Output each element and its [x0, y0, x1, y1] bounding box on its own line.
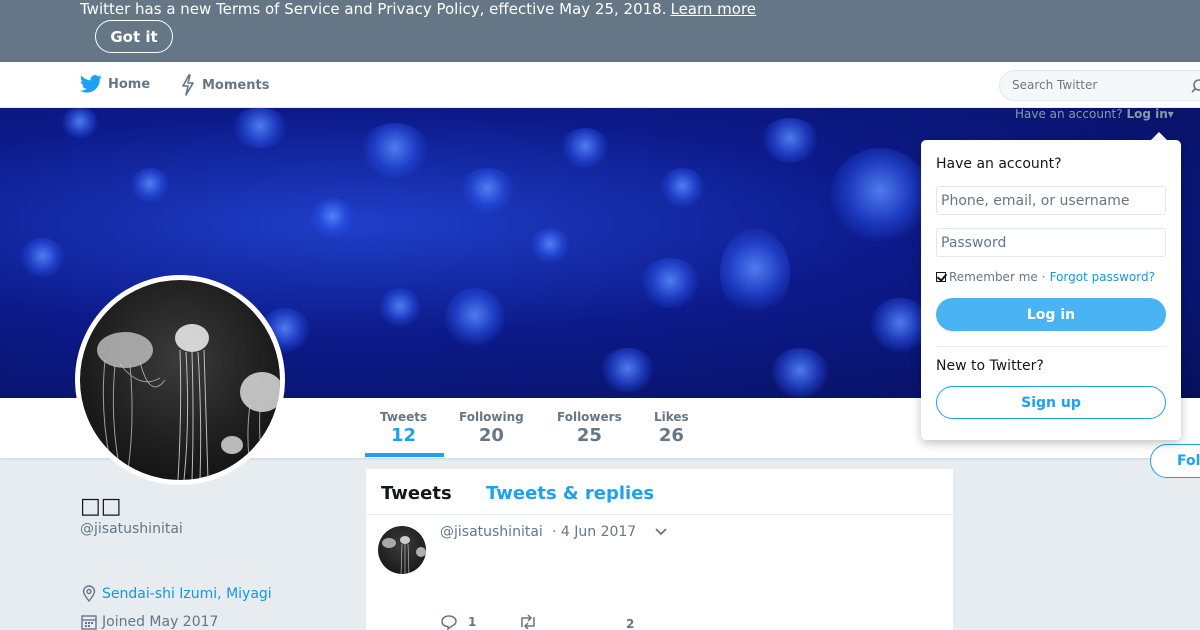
tab-tweets[interactable]: Tweets	[381, 483, 452, 504]
tweet-avatar[interactable]	[378, 526, 426, 574]
login-dropdown-link[interactable]: Log in	[1126, 107, 1167, 121]
stat-following[interactable]: Following 20	[459, 410, 524, 446]
nav-moments[interactable]: Moments	[180, 74, 269, 96]
profile-joined-date: Joined May 2017	[80, 613, 218, 630]
follow-button[interactable]: Fol	[1150, 444, 1200, 478]
profile-display-name: □□	[80, 494, 122, 519]
reply-icon	[441, 615, 457, 630]
tweet-author-handle[interactable]: @jisatushinitai	[440, 524, 543, 540]
signup-button[interactable]: Sign up	[936, 386, 1166, 419]
password-field[interactable]	[936, 228, 1166, 257]
terms-banner-text: Twitter has a new Terms of Service and P…	[80, 0, 756, 18]
learn-more-link[interactable]: Learn more	[670, 0, 756, 18]
stat-likes[interactable]: Likes 26	[654, 410, 689, 446]
tab-tweets-replies[interactable]: Tweets & replies	[486, 483, 654, 504]
terms-message: Twitter has a new Terms of Service and P…	[80, 0, 667, 18]
caret-down-icon: ▾	[1167, 107, 1174, 121]
calendar-icon	[81, 615, 97, 630]
profile-location-text[interactable]: Sendai-shi Izumi, Miyagi	[102, 586, 272, 602]
nav-moments-label: Moments	[202, 77, 270, 93]
reply-count: 1	[468, 615, 477, 629]
remember-me-row: Remember me · Forgot password?	[936, 270, 1155, 284]
profile-screen-name[interactable]: @jisatushinitai	[80, 521, 183, 537]
location-pin-icon	[82, 585, 96, 603]
nav-home[interactable]: Home	[80, 74, 150, 94]
chevron-down-icon[interactable]	[654, 527, 668, 537]
jellyfish-avatar-image	[382, 536, 426, 574]
tweet-timestamp[interactable]: · 4 Jun 2017	[552, 524, 636, 540]
forgot-password-link[interactable]: Forgot password?	[1050, 270, 1155, 284]
stat-followers[interactable]: Followers 25	[557, 410, 622, 446]
profile-location[interactable]: Sendai-shi Izumi, Miyagi	[80, 585, 272, 603]
search-box[interactable]	[999, 70, 1200, 101]
top-navigation: Home Moments	[0, 62, 1200, 108]
account-hint[interactable]: Have an account? Log in▾	[1015, 107, 1174, 121]
profile-joined-text: Joined May 2017	[102, 614, 219, 630]
lightning-icon	[182, 74, 194, 96]
login-button[interactable]: Log in	[936, 298, 1166, 331]
profile-avatar[interactable]	[75, 275, 285, 485]
terms-banner: Twitter has a new Terms of Service and P…	[0, 0, 1200, 62]
reply-action[interactable]: 1	[440, 614, 476, 630]
remember-me-label[interactable]: Remember me	[949, 270, 1038, 284]
new-to-twitter-text: New to Twitter?	[936, 358, 1044, 374]
stat-label: Likes	[654, 410, 689, 424]
stat-value: 26	[658, 425, 684, 446]
retweet-icon	[521, 614, 535, 630]
timeline: Tweets Tweets & replies @jisatushinitai …	[366, 469, 953, 630]
stat-value: 12	[391, 425, 417, 446]
account-hint-text: Have an account?	[1015, 107, 1123, 121]
active-tab-indicator	[365, 453, 444, 457]
search-input[interactable]	[1012, 78, 1182, 92]
like-count[interactable]: 2	[626, 617, 634, 630]
login-panel-title: Have an account?	[936, 156, 1062, 172]
login-panel-divider	[936, 346, 1166, 347]
timeline-tabs: Tweets Tweets & replies	[366, 469, 953, 515]
retweet-action[interactable]	[518, 614, 538, 630]
remember-me-checkbox[interactable]	[936, 272, 946, 282]
stat-label: Followers	[557, 410, 622, 424]
stat-value: 25	[576, 425, 602, 446]
search-icon[interactable]	[1191, 79, 1200, 93]
jellyfish-avatar-image	[97, 324, 280, 480]
twitter-bird-icon	[80, 75, 102, 93]
stat-tweets[interactable]: Tweets 12	[380, 410, 427, 446]
remember-separator: ·	[1041, 270, 1046, 284]
stat-label: Following	[459, 410, 524, 424]
got-it-button[interactable]: Got it	[95, 20, 173, 53]
login-dropdown-panel: Have an account? Remember me · Forgot pa…	[921, 140, 1181, 440]
stat-value: 20	[478, 425, 504, 446]
username-field[interactable]	[936, 186, 1166, 215]
nav-home-label: Home	[108, 76, 151, 92]
stat-label: Tweets	[380, 410, 428, 424]
